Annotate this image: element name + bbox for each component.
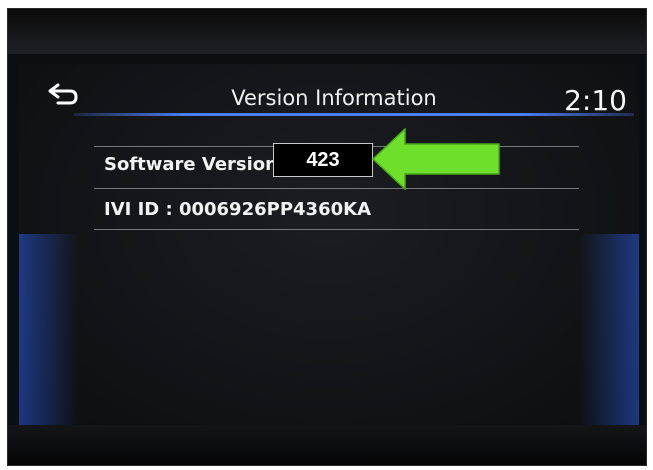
back-arrow-icon	[48, 83, 78, 105]
ivi-id-text: IVI ID : 0006926PP4360KA	[104, 198, 371, 220]
green-arrow-icon	[372, 128, 500, 190]
header-divider	[74, 113, 634, 116]
version-callout-box: 423	[273, 143, 373, 177]
back-button[interactable]	[43, 79, 83, 109]
software-version-label: Software Version	[104, 154, 278, 175]
ambient-glow-right	[579, 234, 639, 429]
ivi-id-row: IVI ID : 0006926PP4360KA	[94, 188, 579, 230]
photo-frame: Version Information 2:10 Software Versio…	[7, 8, 647, 466]
ambient-glow-left	[19, 234, 79, 429]
infotainment-screen: Version Information 2:10 Software Versio…	[19, 64, 639, 434]
page-title: Version Information	[231, 86, 437, 110]
display-bezel-top	[8, 9, 646, 54]
display-bezel-bottom	[8, 425, 646, 465]
